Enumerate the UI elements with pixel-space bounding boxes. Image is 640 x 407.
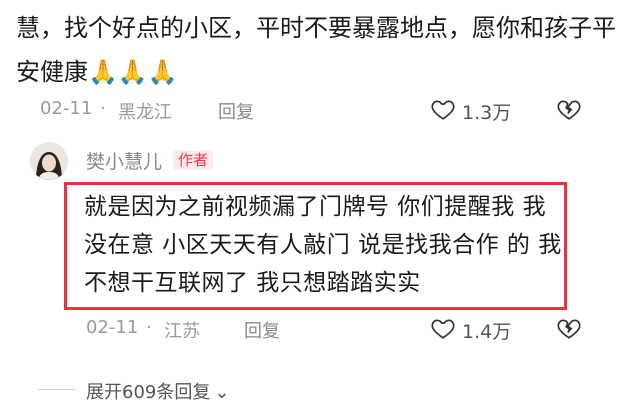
avatar-image [30,142,68,180]
avatar[interactable] [30,142,68,180]
like-count: 1.3万 [462,102,512,124]
reply-button[interactable]: 回复 [244,317,280,343]
top-comment-text: 慧，找个好点的小区，平时不要暴露地点，愿你和孩子平安健康🙏🙏🙏 [16,14,616,86]
comment-date: 02-11 [40,98,93,119]
heart-icon[interactable] [430,96,456,122]
author-badge: 作者 [173,150,214,170]
separator-dot: · [146,317,152,338]
expand-replies-button[interactable]: 展开609条回复 ⌄ [86,378,229,404]
reply-button[interactable]: 回复 [218,98,254,124]
separator-dot: · [100,98,106,119]
comment-location: 黑龙江 [118,102,172,123]
author-reply-meta: 02-11 · 江苏 回复 1.4万 [0,313,640,343]
reply-date: 02-11 [86,317,139,338]
author-username[interactable]: 樊小慧儿 [86,147,162,174]
broken-heart-icon[interactable] [556,96,582,122]
heart-icon[interactable] [430,315,456,341]
top-comment-meta: 02-11 · 黑龙江 回复 1.3万 [0,94,640,124]
divider-line [38,389,76,390]
chevron-down-icon: ⌄ [214,382,230,403]
author-reply-text: 就是因为之前视频漏了门牌号 你们提醒我 我没在意 小区天天有人敲门 说是找我合作… [84,194,562,296]
expand-replies-label: 展开609条回复 [86,382,211,403]
like-count: 1.4万 [462,321,512,343]
broken-heart-icon[interactable] [556,315,582,341]
reply-location: 江苏 [164,321,200,342]
